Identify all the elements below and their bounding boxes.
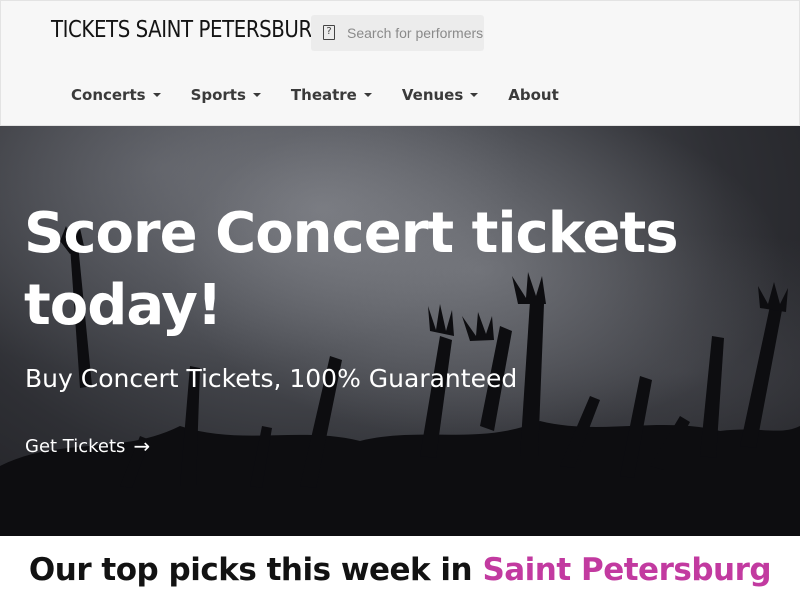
- nav-item-label: Sports: [190, 86, 246, 104]
- nav-item-label: Theatre: [290, 86, 357, 104]
- hero-title: Score Concert tickets today!: [24, 201, 679, 338]
- chevron-down-icon: [252, 93, 261, 97]
- top-picks-city: Saint Petersburg: [482, 552, 772, 588]
- get-tickets-link[interactable]: Get Tickets →: [25, 434, 150, 458]
- search-input[interactable]: [347, 15, 484, 51]
- arrow-right-icon: →: [133, 434, 151, 458]
- nav-item-sports[interactable]: Sports: [191, 85, 261, 105]
- nav-item-label: About: [508, 86, 559, 104]
- top-picks-prefix: Our top picks this week in: [28, 552, 473, 588]
- nav-item-label: Venues: [401, 86, 464, 104]
- chevron-down-icon: [363, 93, 372, 97]
- chevron-down-icon: [470, 93, 479, 97]
- search-icon: ?: [323, 25, 335, 40]
- hero-subtitle: Buy Concert Tickets, 100% Guaranteed: [25, 364, 518, 393]
- hero-banner: Score Concert tickets today! Buy Concert…: [0, 126, 800, 536]
- nav-item-about[interactable]: About: [508, 85, 559, 105]
- nav-item-label: Concerts: [71, 86, 146, 104]
- chevron-down-icon: [152, 93, 161, 97]
- get-tickets-label: Get Tickets: [25, 435, 126, 457]
- site-header: TICKETS SAINT PETERSBURG ? Concerts Spor…: [0, 0, 800, 126]
- main-nav: Concerts Sports Theatre Venues About: [71, 85, 589, 105]
- top-picks-heading: Our top picks this week in Saint Petersb…: [0, 552, 800, 588]
- nav-item-theatre[interactable]: Theatre: [291, 85, 372, 105]
- search-box[interactable]: ?: [311, 15, 484, 51]
- nav-item-venues[interactable]: Venues: [401, 85, 479, 105]
- nav-item-concerts[interactable]: Concerts: [71, 85, 161, 105]
- site-logo[interactable]: TICKETS SAINT PETERSBURG: [51, 17, 327, 43]
